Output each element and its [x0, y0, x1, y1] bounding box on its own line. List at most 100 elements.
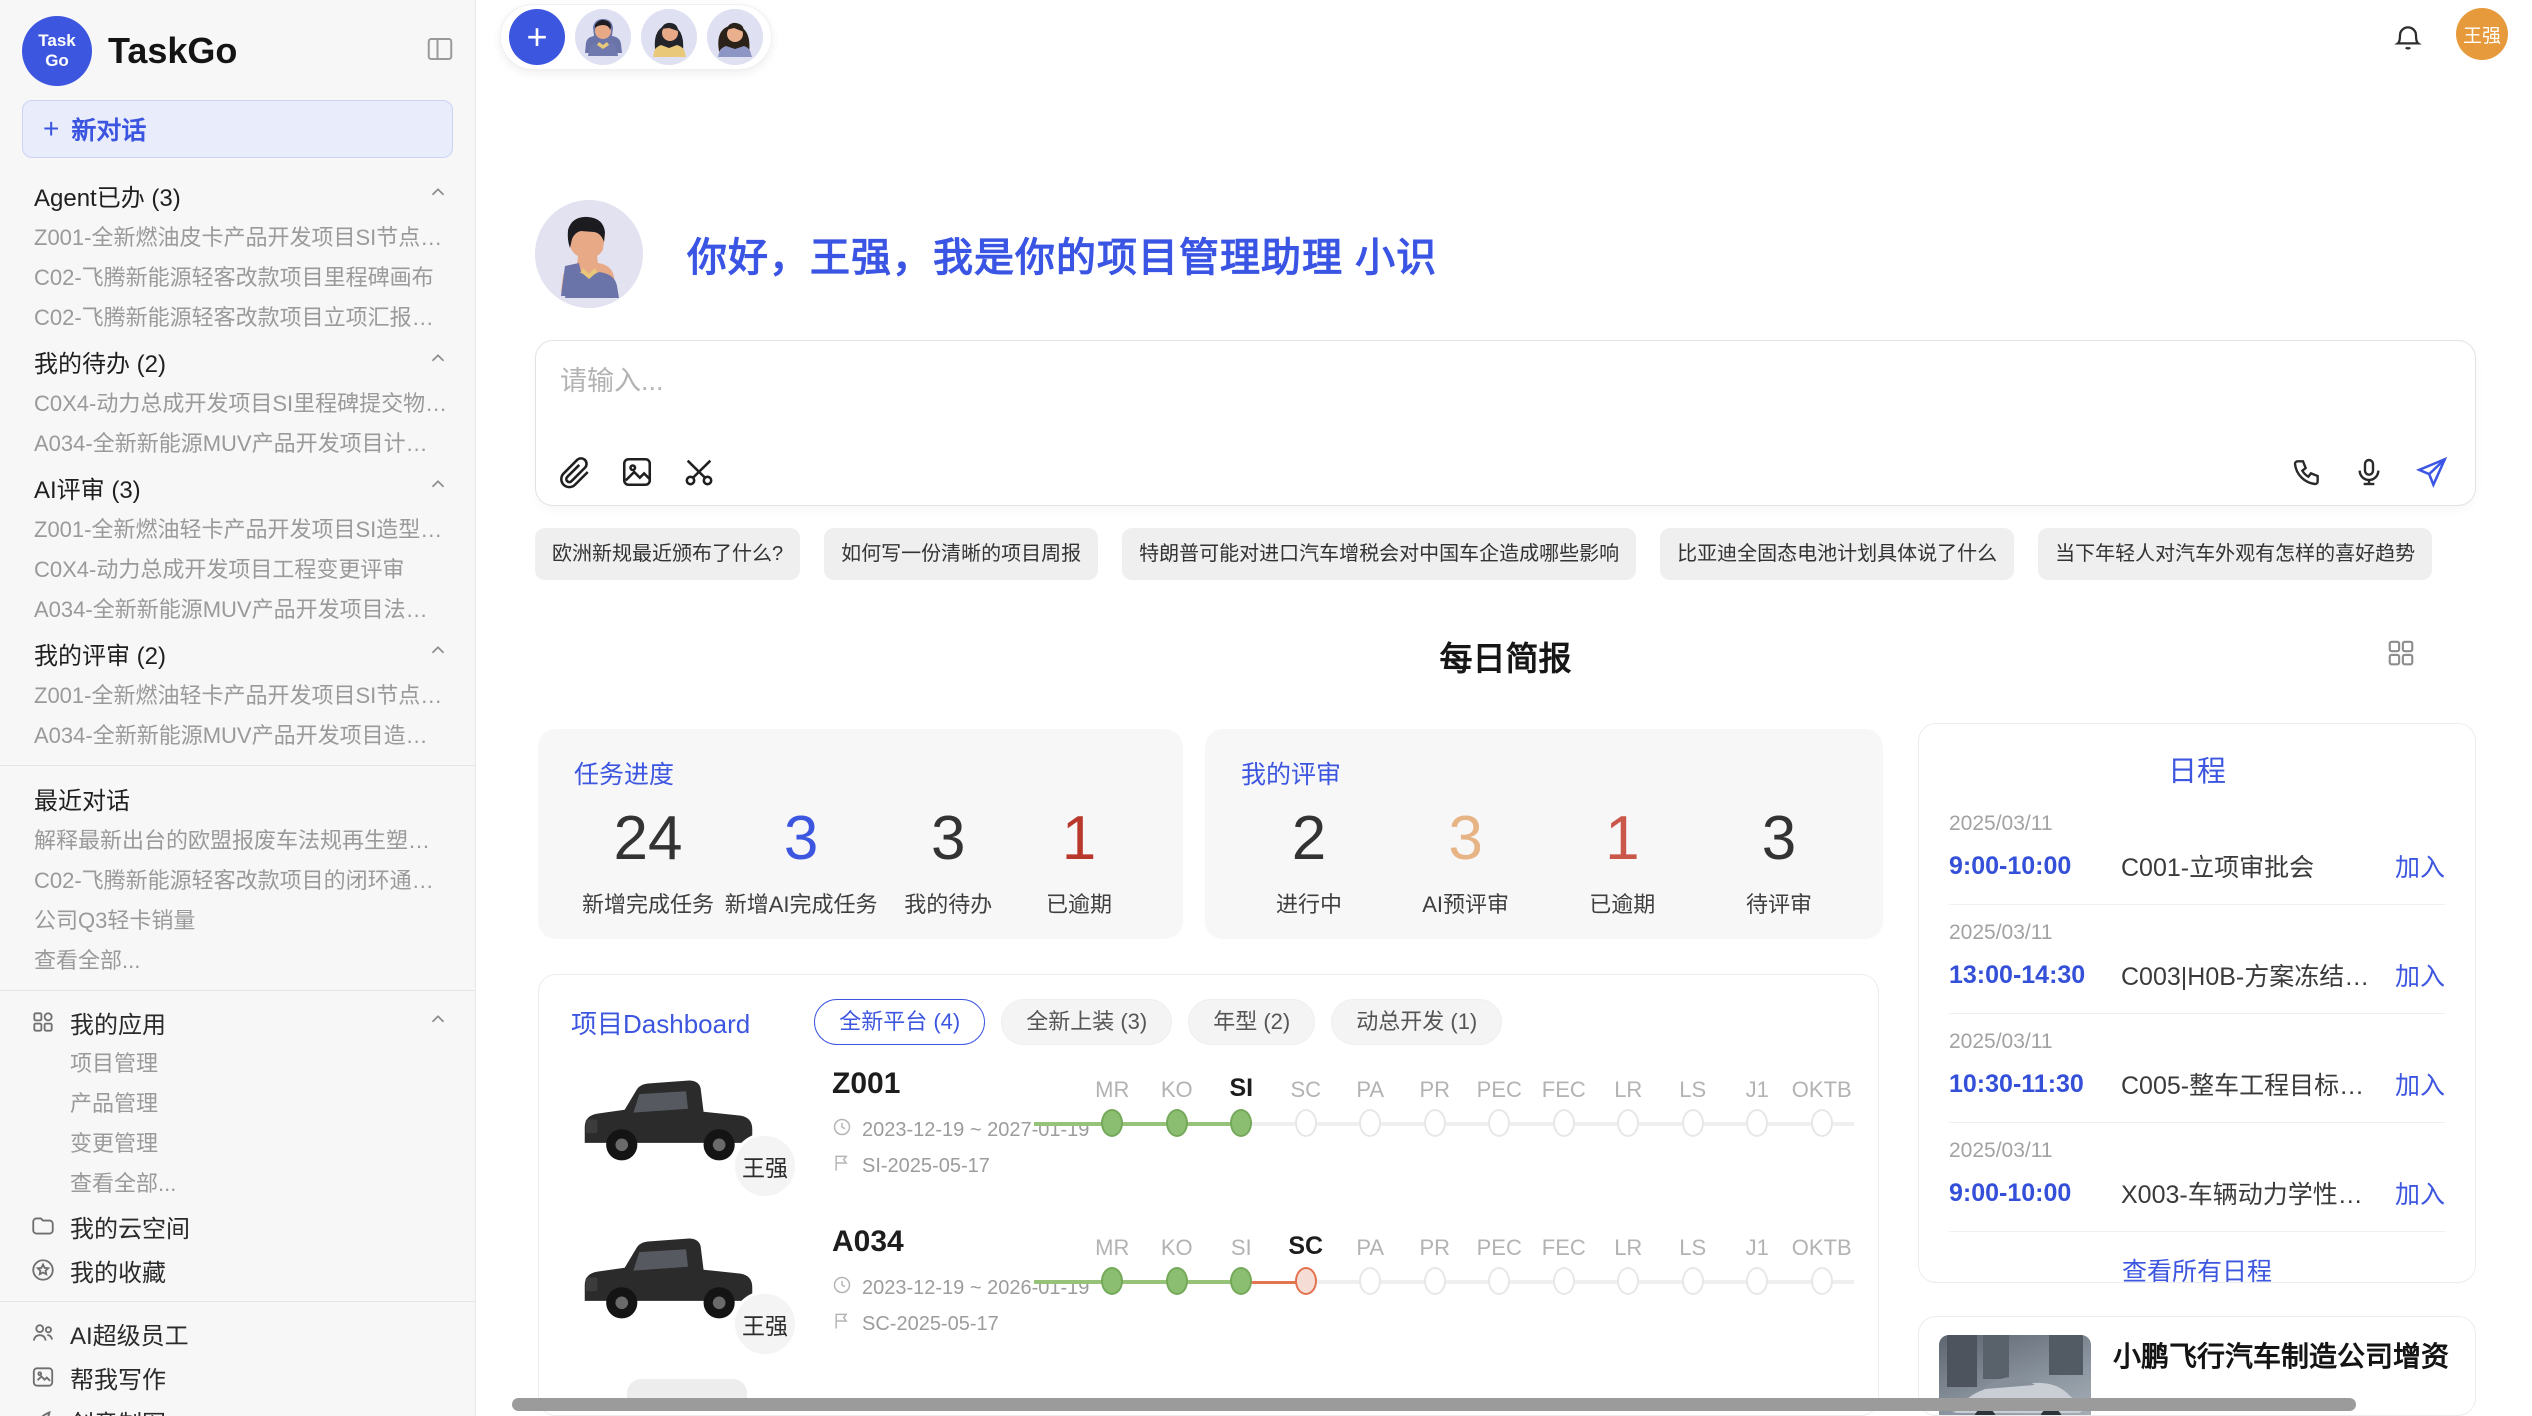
- stat-row: 2进行中3AI预评审1已逾期3待评审: [1241, 805, 1847, 919]
- milestone-dot[interactable]: [1424, 1267, 1446, 1295]
- milestone-dot[interactable]: [1166, 1267, 1188, 1295]
- recent-conversation-item[interactable]: 解释最新出台的欧盟报废车法规再生塑料比例被调至15%...: [0, 821, 475, 861]
- milestone-dot[interactable]: [1811, 1109, 1833, 1137]
- milestone-dot[interactable]: [1359, 1109, 1381, 1137]
- milestone-label: J1: [1746, 1065, 1769, 1103]
- milestone-dot[interactable]: [1230, 1267, 1252, 1295]
- app-title: TaskGo: [108, 30, 237, 72]
- milestone-dot[interactable]: [1682, 1267, 1704, 1295]
- milestone-dot[interactable]: [1424, 1109, 1446, 1137]
- milestone-dot[interactable]: [1359, 1267, 1381, 1295]
- session-avatar-1[interactable]: [575, 9, 631, 65]
- sidebar-item[interactable]: Z001-全新燃油轻卡产品开发项目SI造型提交物评审: [0, 510, 475, 550]
- milestone-dot[interactable]: [1295, 1109, 1317, 1137]
- milestone-dot[interactable]: [1295, 1267, 1317, 1295]
- send-icon[interactable]: [2415, 455, 2449, 489]
- app-sub-item[interactable]: 项目管理: [0, 1044, 475, 1084]
- suggestion-chip[interactable]: 特朗普可能对进口汽车增税会对中国车企造成哪些影响: [1122, 528, 1636, 580]
- suggestion-chip[interactable]: 欧洲新规最近颁布了什么?: [535, 528, 800, 580]
- sidebar-item[interactable]: C0X4-动力总成开发项目SI里程碑提交物检查: [0, 384, 475, 424]
- voice-call-icon[interactable]: [2291, 456, 2323, 488]
- sidebar-section-header[interactable]: 我的评审 (2): [0, 630, 475, 676]
- sidebar-item[interactable]: A034-全新新能源MUV产品开发项目造型可行性评审: [0, 716, 475, 756]
- scissors-screenshot-icon[interactable]: [682, 455, 716, 489]
- project-code[interactable]: A034: [832, 1225, 1080, 1259]
- sidebar-section-header[interactable]: 我的待办 (2): [0, 338, 475, 384]
- milestone-dot[interactable]: [1746, 1267, 1768, 1295]
- join-meeting-link[interactable]: 加入: [2395, 1066, 2445, 1102]
- milestone-label: SC: [1288, 1223, 1323, 1261]
- milestone-dot[interactable]: [1488, 1109, 1510, 1137]
- milestone-dot[interactable]: [1230, 1109, 1252, 1137]
- milestone: MR: [1080, 1223, 1145, 1299]
- new-chat-button[interactable]: + 新对话: [22, 100, 453, 158]
- sidebar-item[interactable]: Z001-全新燃油轻卡产品开发项目SI节点属性5D文件评审: [0, 676, 475, 716]
- sidebar-item-help-writing[interactable]: 帮我写作: [0, 1355, 475, 1399]
- view-all-conversations-link[interactable]: 查看全部...: [0, 941, 475, 981]
- sidebar-item[interactable]: C02-飞腾新能源轻客改款项目里程碑画布: [0, 258, 475, 298]
- join-meeting-link[interactable]: 加入: [2395, 1175, 2445, 1211]
- milestone-dot[interactable]: [1811, 1267, 1833, 1295]
- sidebar-item-my-apps[interactable]: 我的应用: [0, 1000, 475, 1044]
- milestone-dot-row: [1145, 1107, 1210, 1141]
- chevron-up-icon[interactable]: [427, 1008, 449, 1037]
- milestone-dot[interactable]: [1166, 1109, 1188, 1137]
- sidebar-item-creative-drawing[interactable]: 创意制图: [0, 1399, 475, 1416]
- suggestion-chip[interactable]: 当下年轻人对汽车外观有怎样的喜好趋势: [2038, 528, 2432, 580]
- milestone-dot[interactable]: [1553, 1267, 1575, 1295]
- view-all-schedule-link[interactable]: 查看所有日程: [1949, 1232, 2445, 1308]
- horizontal-scrollbar[interactable]: [512, 1398, 2356, 1411]
- dashboard-tab[interactable]: 全新上装 (3): [1001, 999, 1172, 1045]
- sidebar-links: 我的云空间我的收藏: [0, 1204, 475, 1292]
- milestone-dot[interactable]: [1553, 1109, 1575, 1137]
- app-sub-item[interactable]: 查看全部...: [0, 1164, 475, 1204]
- milestone-dot[interactable]: [1682, 1109, 1704, 1137]
- dashboard-tab[interactable]: 动总开发 (1): [1331, 999, 1502, 1045]
- milestone-dot[interactable]: [1101, 1267, 1123, 1295]
- sidebar-item[interactable]: Z001-全新燃油皮卡产品开发项目SI节点Lesson Learn报告: [0, 218, 475, 258]
- milestone-dot[interactable]: [1746, 1109, 1768, 1137]
- milestone-dot[interactable]: [1488, 1267, 1510, 1295]
- add-session-button[interactable]: +: [509, 9, 565, 65]
- suggestion-chip[interactable]: 如何写一份清晰的项目周报: [824, 528, 1098, 580]
- chat-input[interactable]: [560, 359, 2451, 403]
- milestone-dot[interactable]: [1617, 1267, 1639, 1295]
- sidebar-item[interactable]: A034-全新新能源MUV产品开发项目法规符合性评审: [0, 590, 475, 630]
- session-avatar-3[interactable]: [707, 9, 763, 65]
- sidebar-item-cloud-space[interactable]: 我的云空间: [0, 1204, 475, 1248]
- sidebar-collapse-icon[interactable]: [425, 34, 455, 69]
- microphone-icon[interactable]: [2353, 456, 2385, 488]
- sidebar-item[interactable]: A034-全新新能源MUV产品开发项目计划变更表编写: [0, 424, 475, 464]
- chevron-up-icon[interactable]: [427, 181, 449, 210]
- session-avatar-2[interactable]: [641, 9, 697, 65]
- project-code[interactable]: Z001: [832, 1067, 1080, 1101]
- suggestion-chip[interactable]: 比亚迪全固态电池计划具体说了什么: [1660, 528, 2014, 580]
- milestone-dot[interactable]: [1617, 1109, 1639, 1137]
- dashboard-tab[interactable]: 全新平台 (4): [814, 999, 985, 1045]
- join-meeting-link[interactable]: 加入: [2395, 957, 2445, 993]
- dashboard-tab[interactable]: 年型 (2): [1188, 999, 1315, 1045]
- join-meeting-link[interactable]: 加入: [2395, 848, 2445, 884]
- stat-value: 1: [1019, 805, 1139, 873]
- app-sub-item[interactable]: 产品管理: [0, 1084, 475, 1124]
- milestone-dot[interactable]: [1101, 1109, 1123, 1137]
- image-upload-icon[interactable]: [620, 455, 654, 489]
- user-avatar[interactable]: 王强: [2456, 8, 2508, 60]
- layout-grid-icon[interactable]: [2386, 638, 2416, 673]
- sidebar-item-favorites[interactable]: 我的收藏: [0, 1248, 475, 1292]
- sidebar-section-header[interactable]: AI评审 (3): [0, 464, 475, 510]
- my-apps-label: 我的应用: [70, 1005, 166, 1040]
- chevron-up-icon[interactable]: [427, 473, 449, 502]
- sidebar-item[interactable]: C0X4-动力总成开发项目工程变更评审: [0, 550, 475, 590]
- chevron-up-icon[interactable]: [427, 347, 449, 376]
- sidebar-item[interactable]: C02-飞腾新能源轻客改款项目立项汇报方案: [0, 298, 475, 338]
- app-sub-item[interactable]: 变更管理: [0, 1124, 475, 1164]
- sidebar-item-ai-staff[interactable]: AI超级员工: [0, 1311, 475, 1355]
- recent-conversation-item[interactable]: C02-飞腾新能源轻客改款项目的闭环通告反馈情况: [0, 861, 475, 901]
- notifications-bell-icon[interactable]: [2392, 22, 2424, 59]
- chevron-up-icon[interactable]: [427, 639, 449, 668]
- stat-label: AI预评审: [1406, 887, 1526, 919]
- recent-conversation-item[interactable]: 公司Q3轻卡销量: [0, 901, 475, 941]
- sidebar-section-header[interactable]: Agent已办 (3): [0, 172, 475, 218]
- attachment-paperclip-icon[interactable]: [558, 455, 592, 489]
